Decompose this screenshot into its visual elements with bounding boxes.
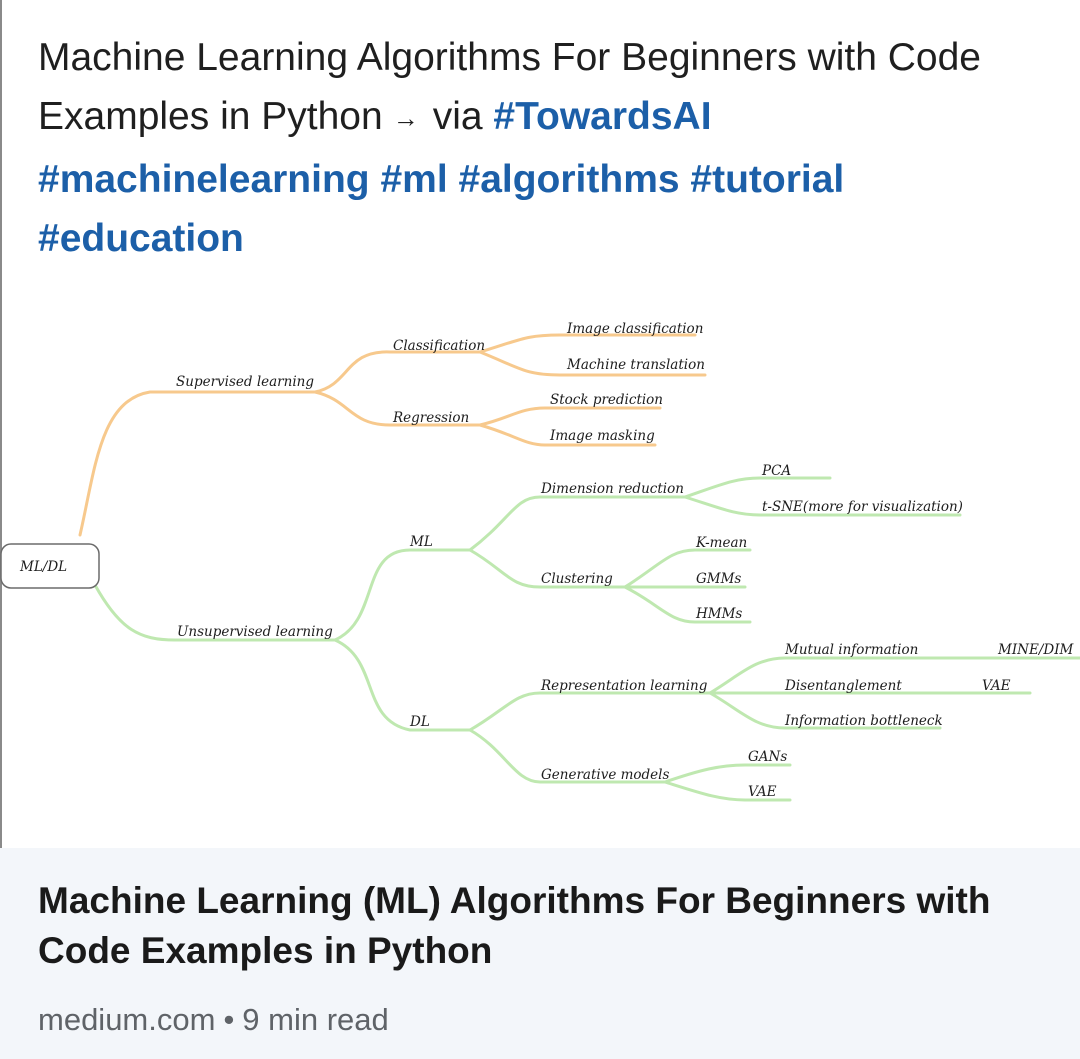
node-mutual-information: Mutual information	[784, 642, 918, 658]
node-generative-models: Generative models	[541, 767, 669, 783]
separator-dot: •	[223, 1002, 235, 1037]
arrow-icon: →	[392, 103, 419, 133]
node-clustering: Clustering	[541, 571, 613, 587]
hashtag-towardsai[interactable]: #TowardsAI	[493, 95, 711, 138]
node-hmms: HMMs	[695, 606, 742, 622]
hashtag-machinelearning[interactable]: #machinelearning	[38, 158, 370, 201]
node-image-classification: Image classification	[566, 321, 703, 337]
node-unsupervised-learning: Unsupervised learning	[177, 624, 333, 640]
hashtag-ml[interactable]: #ml	[380, 158, 447, 201]
node-classification: Classification	[393, 338, 485, 354]
node-information-bottleneck: Information bottleneck	[784, 713, 943, 729]
node-gans: GANs	[748, 749, 787, 765]
node-mine-dim: MINE/DIM	[997, 642, 1075, 658]
node-tsne: t-SNE(more for visualization)	[762, 499, 963, 515]
node-regression: Regression	[392, 410, 469, 426]
post-text: Machine Learning Algorithms For Beginner…	[38, 28, 1038, 268]
node-machine-translation: Machine translation	[566, 357, 705, 373]
node-dl: DL	[409, 714, 430, 730]
node-kmean: K-mean	[695, 535, 747, 551]
hashtag-education[interactable]: #education	[38, 217, 244, 260]
node-disentanglement: Disentanglement	[784, 678, 902, 694]
node-vae-disentanglement: VAE	[982, 678, 1011, 694]
link-preview-card[interactable]: Machine Learning (ML) Algorithms For Beg…	[0, 848, 1080, 1059]
root-node-label: ML/DL	[19, 559, 67, 575]
card-meta: medium.com • 9 min read	[38, 1002, 389, 1038]
card-read-time: 9 min read	[242, 1002, 389, 1037]
card-title: Machine Learning (ML) Algorithms For Beg…	[38, 880, 991, 971]
node-dimension-reduction: Dimension reduction	[540, 481, 684, 497]
hashtag-algorithms[interactable]: #algorithms	[459, 158, 680, 201]
node-image-masking: Image masking	[549, 428, 655, 444]
via-label: via	[432, 95, 483, 138]
card-source: medium.com	[38, 1002, 216, 1037]
node-representation-learning: Representation learning	[540, 678, 708, 694]
node-ml: ML	[409, 534, 433, 550]
hashtag-tutorial[interactable]: #tutorial	[690, 158, 844, 201]
node-stock-prediction: Stock prediction	[550, 392, 663, 408]
node-gmms: GMMs	[696, 571, 741, 587]
node-pca: PCA	[761, 463, 791, 479]
node-supervised-learning: Supervised learning	[176, 374, 314, 390]
mindmap-image[interactable]: ML/DL Supervised learning Classification…	[0, 300, 1080, 848]
node-vae-generative: VAE	[748, 784, 777, 800]
